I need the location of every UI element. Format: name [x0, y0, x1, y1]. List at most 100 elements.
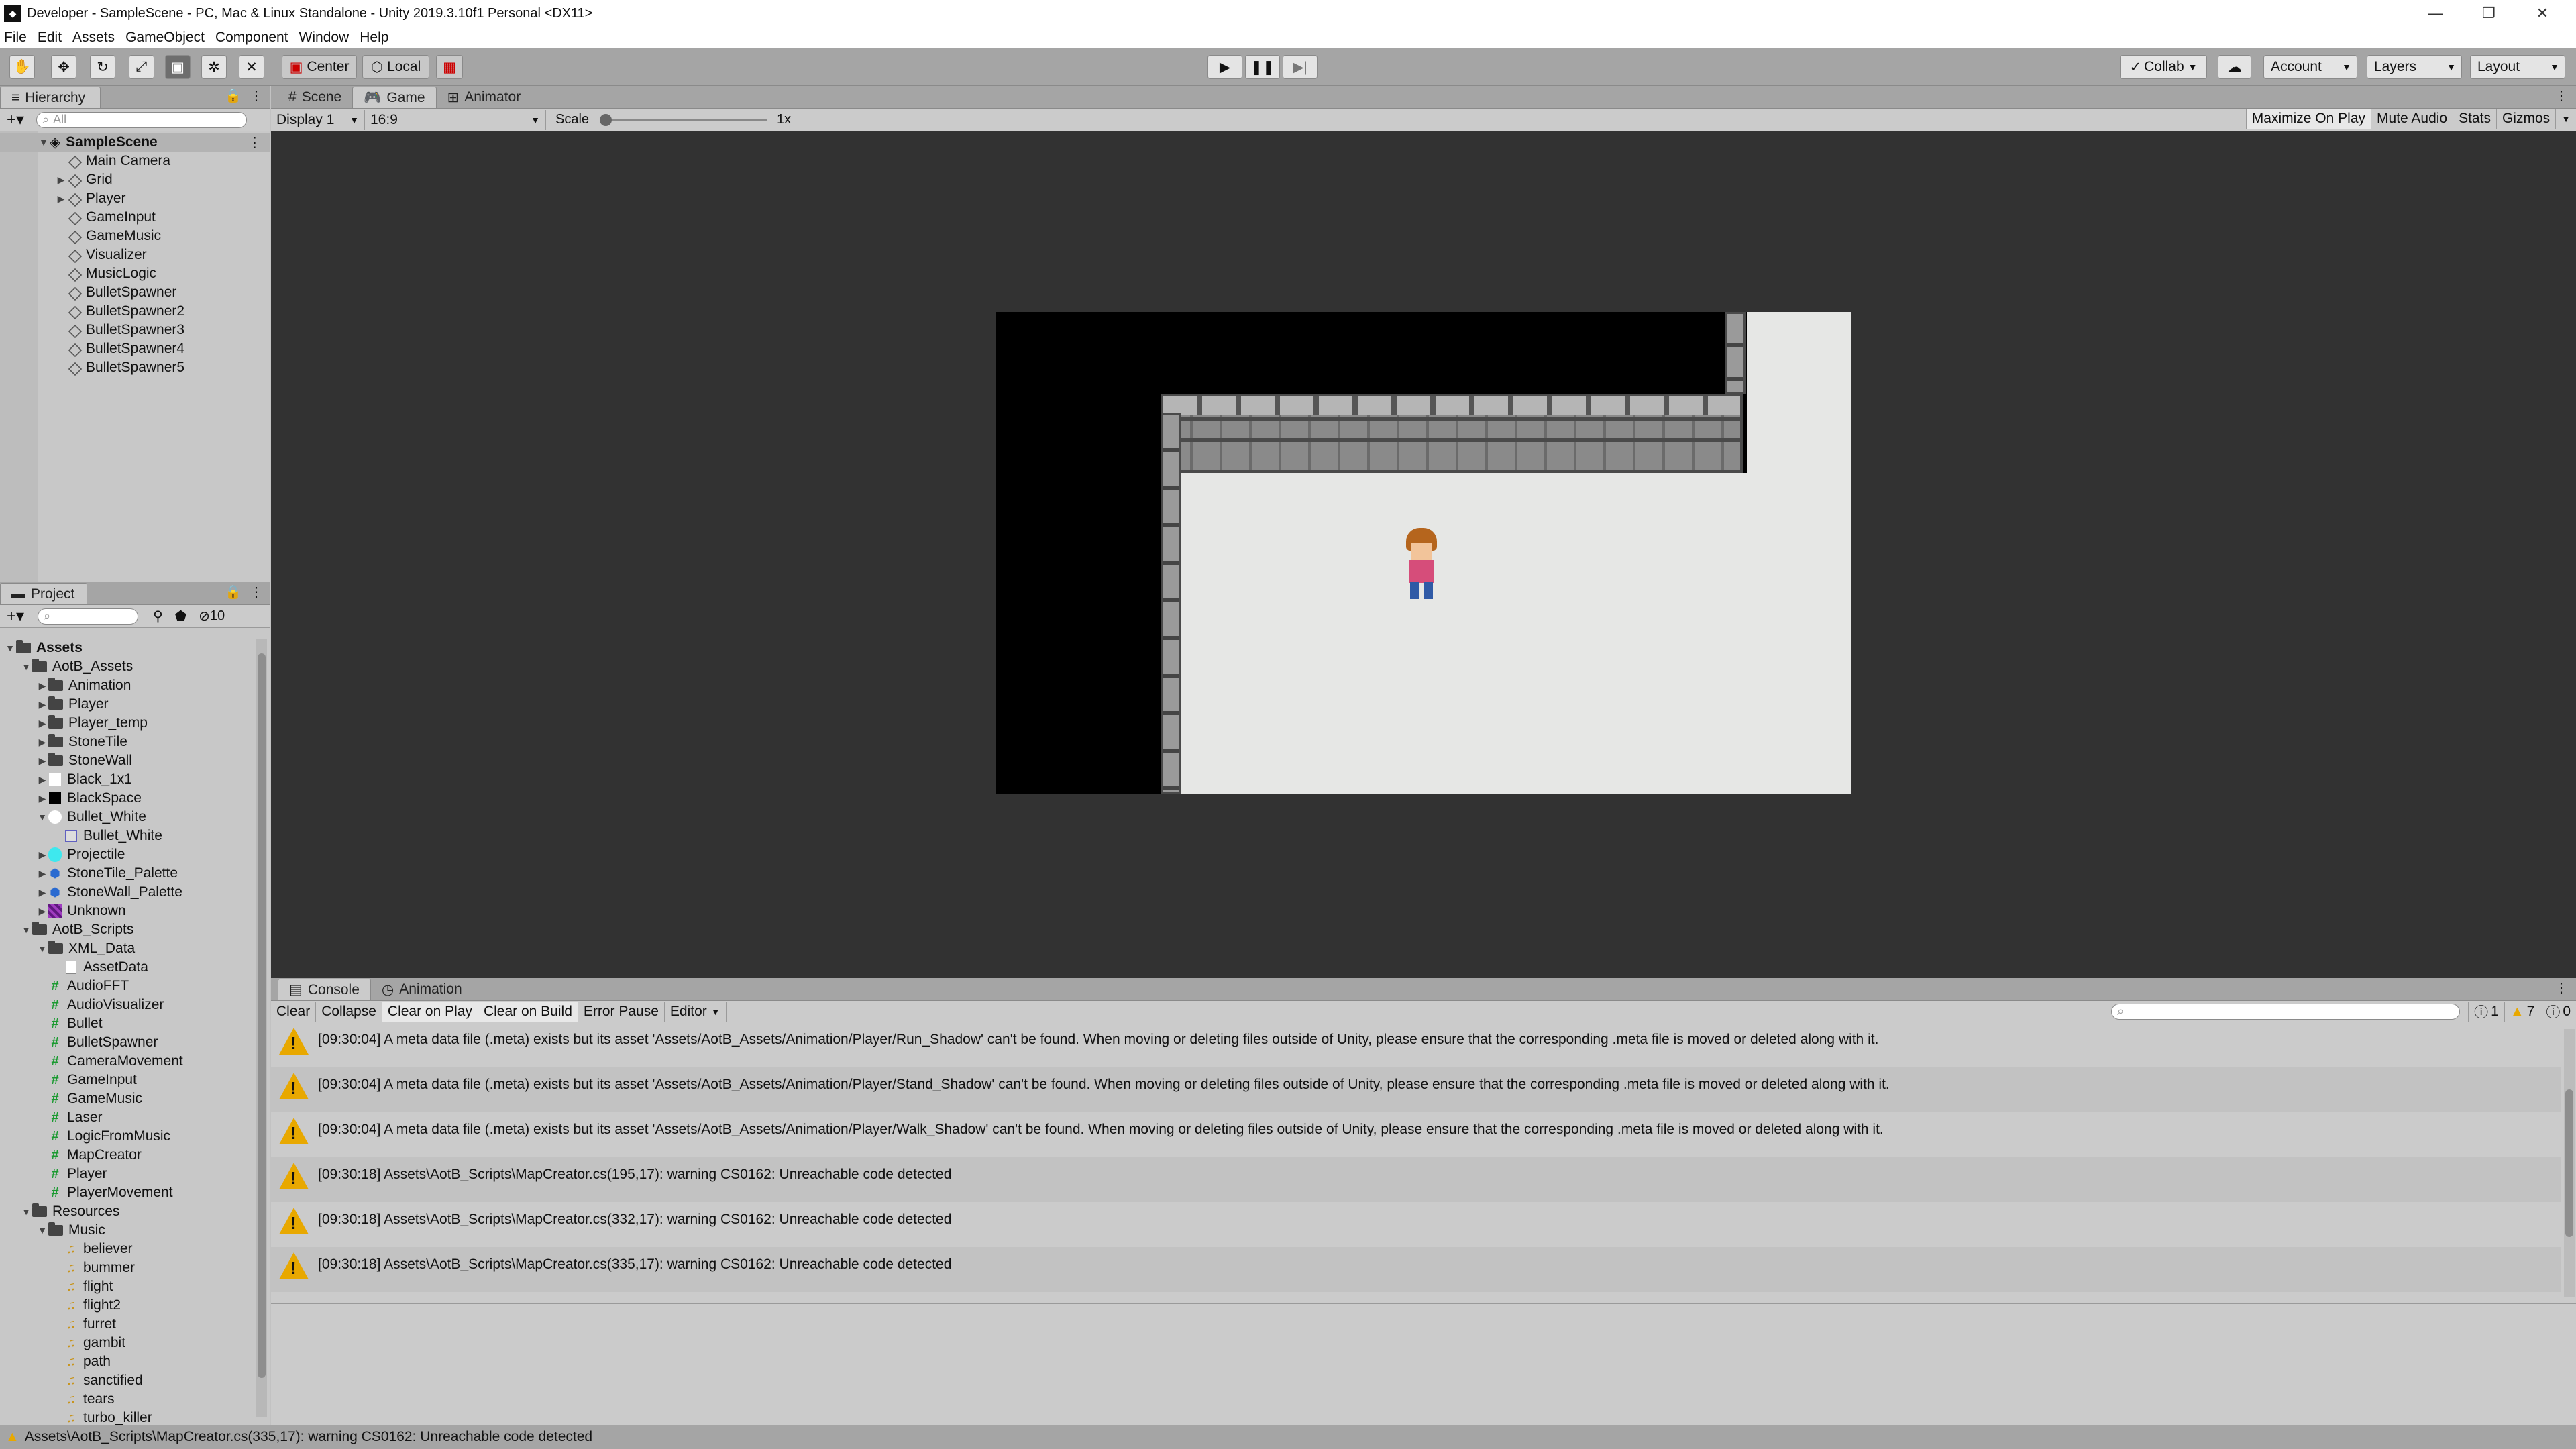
- panel-menu-icon[interactable]: ⋮: [250, 584, 263, 600]
- mute-audio-toggle[interactable]: Mute Audio: [2371, 108, 2454, 129]
- chevron-down-icon[interactable]: ▼: [20, 661, 32, 672]
- gizmos-toggle[interactable]: Gizmos: [2497, 108, 2557, 129]
- maximize-on-play-toggle[interactable]: Maximize On Play: [2245, 108, 2372, 129]
- close-icon[interactable]: ✕: [2516, 0, 2569, 27]
- hierarchy-item[interactable]: GameInput: [0, 208, 270, 227]
- restore-icon[interactable]: ❐: [2462, 0, 2516, 27]
- project-item[interactable]: ▶ Projectile: [0, 845, 255, 864]
- project-item[interactable]: ▶ BlackSpace: [0, 789, 255, 808]
- menu-window[interactable]: Window: [299, 30, 350, 46]
- chevron-right-icon[interactable]: ▶: [36, 868, 48, 879]
- game-viewport[interactable]: [996, 312, 1851, 794]
- project-item[interactable]: ▼ AotB_Assets: [0, 657, 255, 676]
- menu-file[interactable]: File: [4, 30, 27, 46]
- project-item[interactable]: ▶ StoneWall: [0, 751, 255, 770]
- project-scroll-thumb[interactable]: [258, 653, 266, 1378]
- project-item[interactable]: # MapCreator: [0, 1146, 255, 1165]
- tab-console[interactable]: ▤ Console: [278, 979, 371, 1000]
- project-item[interactable]: ▶ Player_temp: [0, 714, 255, 733]
- tab-animation[interactable]: ◷ Animation: [371, 979, 473, 1000]
- project-item[interactable]: ▼ AotB_Scripts: [0, 920, 255, 939]
- play-button[interactable]: ▶: [1208, 55, 1242, 79]
- project-item[interactable]: ▶ Player: [0, 695, 255, 714]
- info-filter-toggle[interactable]: ⓘ 1: [2468, 1001, 2505, 1022]
- hierarchy-item[interactable]: ▶ Player: [0, 189, 270, 208]
- console-log-entry[interactable]: [09:30:04] A meta data file (.meta) exis…: [271, 1067, 2561, 1112]
- project-item[interactable]: # Bullet: [0, 1014, 255, 1033]
- chevron-right-icon[interactable]: ▶: [36, 774, 48, 786]
- move-tool-icon[interactable]: ✥: [51, 55, 76, 79]
- transform-tool-icon[interactable]: ✲: [201, 55, 227, 79]
- hierarchy-item[interactable]: GameMusic: [0, 227, 270, 246]
- account-dropdown[interactable]: Account ▼: [2263, 55, 2357, 79]
- chevron-down-icon[interactable]: ▼: [36, 812, 48, 822]
- project-item[interactable]: ▼ Assets: [0, 639, 255, 657]
- project-item[interactable]: ▶ Unknown: [0, 902, 255, 920]
- collapse-toggle[interactable]: Collapse: [316, 1001, 382, 1022]
- create-add-icon[interactable]: +▾: [7, 110, 24, 129]
- pivot-center-button[interactable]: ▣ Center: [282, 55, 357, 79]
- chevron-down-icon[interactable]: ▼: [4, 643, 16, 653]
- aspect-dropdown[interactable]: 16:9 ▼: [365, 109, 546, 130]
- hierarchy-item[interactable]: Main Camera: [0, 152, 270, 170]
- project-item[interactable]: # PlayerMovement: [0, 1183, 255, 1202]
- project-item[interactable]: ♫ path: [0, 1352, 255, 1371]
- panel-menu-icon[interactable]: ⋮: [2555, 87, 2568, 104]
- layout-dropdown[interactable]: Layout ▼: [2470, 55, 2565, 79]
- tab-project[interactable]: ▬ Project: [0, 583, 87, 604]
- editor-dropdown[interactable]: Editor ▼: [665, 1001, 727, 1022]
- project-item[interactable]: ▶ StoneTile: [0, 733, 255, 751]
- hierarchy-item[interactable]: BulletSpawner3: [0, 321, 270, 339]
- tab-game[interactable]: 🎮 Game: [352, 87, 437, 108]
- project-item[interactable]: ♫ tears: [0, 1390, 255, 1409]
- hierarchy-item[interactable]: BulletSpawner: [0, 283, 270, 302]
- project-item[interactable]: ♫ flight: [0, 1277, 255, 1296]
- panel-menu-icon[interactable]: ⋮: [2555, 979, 2568, 996]
- pause-button[interactable]: ❚❚: [1245, 55, 1280, 79]
- rect-tool-icon[interactable]: ▣: [165, 55, 191, 79]
- chevron-right-icon[interactable]: ▶: [36, 755, 48, 767]
- project-item[interactable]: ♫ bummer: [0, 1258, 255, 1277]
- error-pause-toggle[interactable]: Error Pause: [578, 1001, 665, 1022]
- project-item[interactable]: # Laser: [0, 1108, 255, 1127]
- chevron-right-icon[interactable]: ▶: [36, 906, 48, 917]
- chevron-right-icon[interactable]: ▶: [36, 737, 48, 748]
- cloud-icon[interactable]: ☁: [2218, 55, 2251, 79]
- panel-menu-icon[interactable]: ⋮: [250, 87, 263, 104]
- console-log-entry[interactable]: [09:30:18] Assets\AotB_Scripts\MapCreato…: [271, 1157, 2561, 1202]
- project-item[interactable]: # BulletSpawner: [0, 1033, 255, 1052]
- scene-root-item[interactable]: ▼ ◈ SampleScene ⋮: [0, 133, 270, 152]
- menu-assets[interactable]: Assets: [72, 30, 115, 46]
- clear-on-build-toggle[interactable]: Clear on Build: [478, 1001, 578, 1022]
- project-item[interactable]: # AudioVisualizer: [0, 996, 255, 1014]
- hierarchy-item[interactable]: ▶ Grid: [0, 170, 270, 189]
- pivot-local-button[interactable]: ⬡ Local: [362, 55, 429, 79]
- menu-help[interactable]: Help: [360, 30, 388, 46]
- menu-gameobject[interactable]: GameObject: [125, 30, 205, 46]
- project-item[interactable]: # LogicFromMusic: [0, 1127, 255, 1146]
- project-item[interactable]: ▼ Music: [0, 1221, 255, 1240]
- tab-hierarchy[interactable]: ≡ Hierarchy: [0, 87, 101, 108]
- chevron-right-icon[interactable]: ▶: [36, 699, 48, 710]
- chevron-right-icon[interactable]: ▶: [36, 887, 48, 898]
- gizmos-dropdown-icon[interactable]: ▼: [2556, 109, 2576, 129]
- project-item[interactable]: ♫ flight2: [0, 1296, 255, 1315]
- project-item[interactable]: ▼ Bullet_White: [0, 808, 255, 826]
- status-bar[interactable]: ▲ Assets\AotB_Scripts\MapCreator.cs(335,…: [0, 1425, 2576, 1449]
- step-button[interactable]: ▶|: [1283, 55, 1318, 79]
- project-item[interactable]: ▶ ⬢ StoneTile_Palette: [0, 864, 255, 883]
- display-dropdown[interactable]: Display 1 ▼: [271, 109, 365, 130]
- project-item[interactable]: ▼ Resources: [0, 1202, 255, 1221]
- clear-on-play-toggle[interactable]: Clear on Play: [382, 1001, 478, 1022]
- clear-button[interactable]: Clear: [271, 1001, 317, 1022]
- project-item[interactable]: ♫ gambit: [0, 1334, 255, 1352]
- menu-component[interactable]: Component: [215, 30, 288, 46]
- chevron-right-icon[interactable]: ▶: [36, 718, 48, 729]
- project-item[interactable]: Bullet_White: [0, 826, 255, 845]
- hand-tool-icon[interactable]: ✋: [9, 55, 35, 79]
- hierarchy-item[interactable]: Visualizer: [0, 246, 270, 264]
- project-item[interactable]: # GameInput: [0, 1071, 255, 1089]
- lock-icon[interactable]: 🔒: [225, 584, 241, 600]
- custom-tool-icon[interactable]: ✕: [239, 55, 264, 79]
- project-item[interactable]: ♫ furret: [0, 1315, 255, 1334]
